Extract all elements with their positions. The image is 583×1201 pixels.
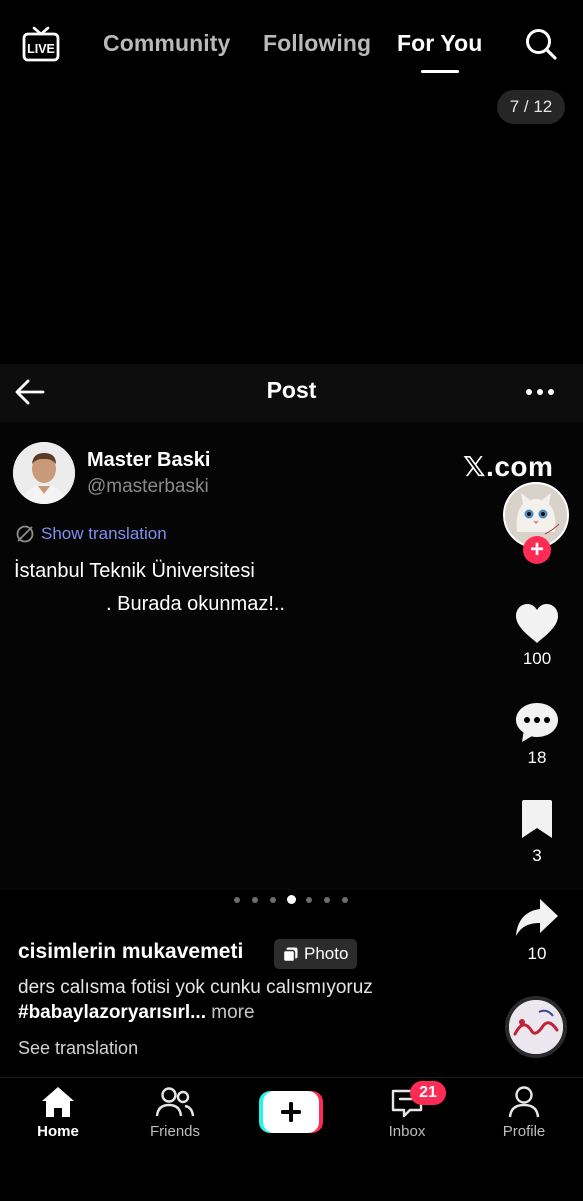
author-avatar — [13, 442, 75, 504]
photo-counter: 7 / 12 — [497, 90, 565, 124]
photo-stack-icon — [282, 947, 298, 962]
nav-profile-label: Profile — [502, 1123, 546, 1140]
svg-text:LIVE: LIVE — [27, 42, 55, 56]
tab-community[interactable]: Community — [103, 30, 230, 57]
carousel-dot — [342, 897, 348, 903]
bookmark-icon[interactable] — [514, 798, 560, 842]
comment-count: 18 — [527, 748, 547, 767]
carousel-dot — [324, 897, 330, 903]
author-handle: @masterbaski — [87, 476, 209, 497]
carousel-dot — [270, 897, 276, 903]
author-name: Master Baski — [87, 449, 211, 471]
caption-more-link[interactable]: more — [206, 1002, 254, 1023]
active-tab-indicator — [421, 70, 459, 73]
carousel-dot — [306, 897, 312, 903]
share-icon[interactable] — [514, 896, 560, 940]
caption-hashtag[interactable]: #babaylazoryarısırl... — [18, 1002, 206, 1023]
music-disc[interactable] — [505, 996, 567, 1058]
caption-description[interactable]: ders calısma fotisi yok cunku calısmıyor… — [18, 975, 488, 1025]
nav-home[interactable]: Home — [13, 1085, 103, 1140]
more-options-icon — [524, 380, 556, 404]
share-count: 10 — [527, 944, 547, 963]
carousel-dots — [230, 894, 355, 906]
post-text-line-2: . Burada okunmaz!.. — [106, 593, 285, 615]
embedded-post-title: Post — [266, 377, 317, 403]
caption-text: ders calısma fotisi yok cunku calısmıyor… — [18, 977, 373, 998]
carousel-dot — [234, 897, 240, 903]
carousel-dot — [252, 897, 258, 903]
nav-friends-label: Friends — [149, 1123, 201, 1140]
like-count: 100 — [522, 649, 552, 668]
post-text-line-1: İstanbul Teknik Üniversitesi — [14, 560, 255, 582]
photo-badge: Photo — [274, 939, 358, 969]
nav-home-label: Home — [37, 1123, 79, 1140]
heart-icon[interactable] — [514, 602, 560, 646]
home-icon — [42, 1087, 74, 1117]
tab-following[interactable]: Following — [263, 30, 371, 57]
live-icon[interactable]: LIVE — [22, 26, 60, 62]
show-translation-link: Show translation — [41, 524, 167, 543]
inbox-badge: 21 — [410, 1081, 446, 1105]
caption-title: cisimlerin mukavemeti — [18, 940, 244, 963]
create-button[interactable] — [259, 1091, 323, 1133]
carousel-dot-active — [286, 895, 296, 904]
save-count: 3 — [532, 846, 542, 865]
comment-icon[interactable] — [514, 700, 560, 744]
post-text: İstanbul Teknik Üniversitesi . Burada ok… — [14, 555, 414, 621]
profile-icon — [508, 1086, 540, 1118]
search-icon[interactable] — [524, 27, 558, 61]
follow-button[interactable]: + — [523, 536, 551, 564]
translate-icon — [15, 524, 35, 544]
nav-friends[interactable]: Friends — [130, 1085, 220, 1140]
friends-icon — [155, 1087, 195, 1117]
source-watermark: 𝕏.com — [463, 451, 554, 482]
nav-inbox-label: Inbox — [388, 1123, 426, 1140]
see-translation-link[interactable]: See translation — [18, 1038, 138, 1059]
nav-profile[interactable]: Profile — [479, 1085, 569, 1140]
photo-badge-label: Photo — [304, 944, 349, 963]
tab-for-you[interactable]: For You — [397, 30, 482, 57]
plus-icon — [259, 1091, 323, 1133]
